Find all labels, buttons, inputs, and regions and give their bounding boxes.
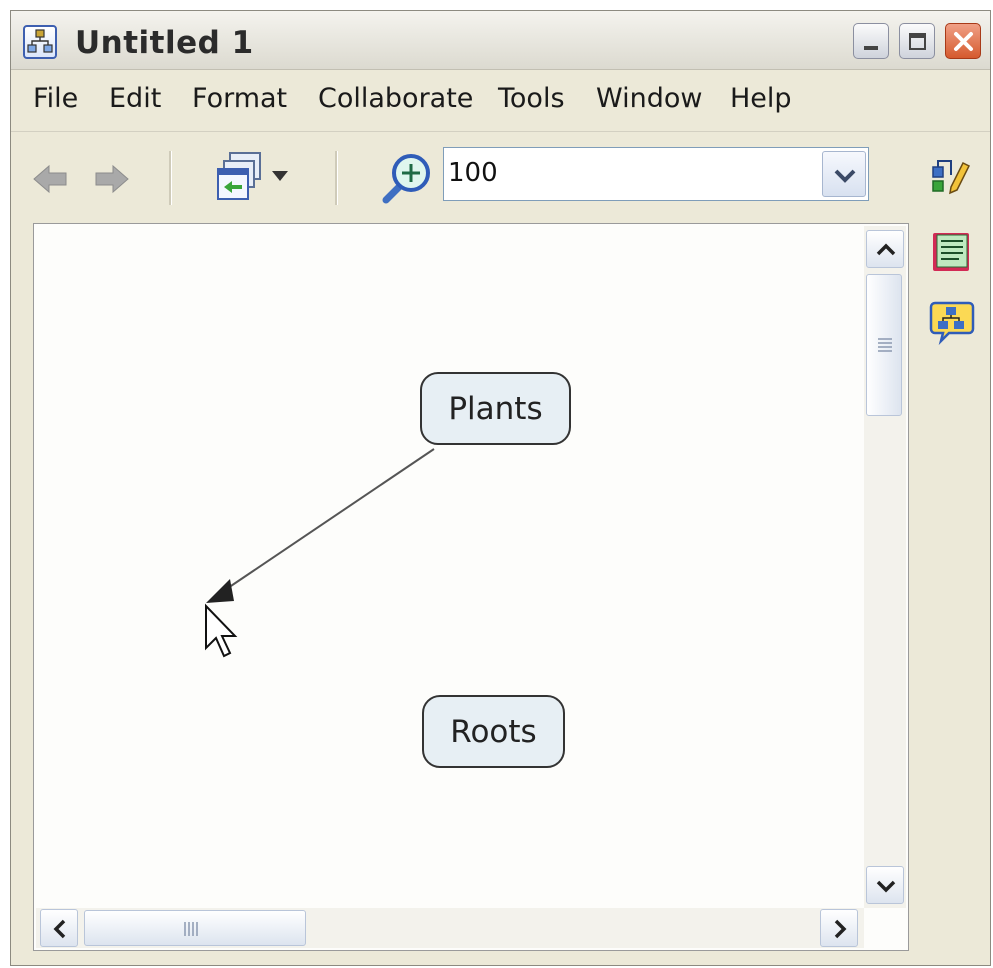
- link-layer: [205, 448, 435, 658]
- horizontal-scrollbar[interactable]: [36, 908, 864, 948]
- menu-collaborate[interactable]: Collaborate: [318, 83, 473, 114]
- toolbar-separator: [169, 151, 172, 205]
- forward-arrow-icon[interactable]: [91, 161, 131, 201]
- map-canvas[interactable]: Plants Roots: [33, 223, 909, 951]
- back-arrow-icon[interactable]: [31, 161, 71, 201]
- zoom-dropdown-button[interactable]: [822, 151, 866, 197]
- toolbar: 100: [11, 131, 990, 225]
- scroll-right-button[interactable]: [820, 909, 858, 947]
- scroll-down-button[interactable]: [866, 866, 904, 904]
- concept-label: Roots: [450, 713, 537, 750]
- menu-file[interactable]: File: [33, 83, 78, 114]
- menu-edit[interactable]: Edit: [109, 83, 161, 114]
- window-title: Untitled 1: [75, 25, 254, 61]
- concept-roots[interactable]: Roots: [422, 695, 565, 768]
- concept-label: Plants: [448, 390, 543, 427]
- menu-help[interactable]: Help: [730, 83, 792, 114]
- title-bar[interactable]: Untitled 1: [11, 11, 990, 70]
- zoom-combobox[interactable]: 100: [443, 147, 869, 201]
- close-button[interactable]: [945, 23, 981, 59]
- vertical-scroll-thumb[interactable]: [866, 274, 902, 416]
- menu-bar: File Edit Format Collaborate Tools Windo…: [11, 69, 990, 132]
- vertical-scrollbar[interactable]: [864, 226, 906, 908]
- minimize-button[interactable]: [853, 23, 889, 59]
- menu-format[interactable]: Format: [192, 83, 287, 114]
- styles-icon[interactable]: [929, 155, 975, 199]
- cursor-pointer-icon: [205, 603, 238, 658]
- scroll-up-button[interactable]: [866, 230, 904, 268]
- app-icon: [23, 25, 57, 59]
- menu-tools[interactable]: Tools: [498, 83, 565, 114]
- link-arrowhead: [206, 579, 234, 603]
- zoom-value[interactable]: 100: [448, 158, 498, 188]
- notes-icon[interactable]: [929, 229, 975, 279]
- maximize-button[interactable]: [899, 23, 935, 59]
- horizontal-scroll-thumb[interactable]: [84, 910, 306, 946]
- menu-window[interactable]: Window: [596, 83, 702, 114]
- view-mode-icon[interactable]: [216, 151, 296, 209]
- app-window: Untitled 1 File Edit Format Collaborate …: [10, 10, 991, 966]
- toolbar-separator: [335, 151, 338, 205]
- scroll-left-button[interactable]: [40, 909, 78, 947]
- concept-plants[interactable]: Plants: [420, 372, 571, 445]
- concept-map-icon[interactable]: [929, 299, 975, 349]
- zoom-icon[interactable]: [381, 151, 435, 209]
- link-line: [221, 448, 435, 593]
